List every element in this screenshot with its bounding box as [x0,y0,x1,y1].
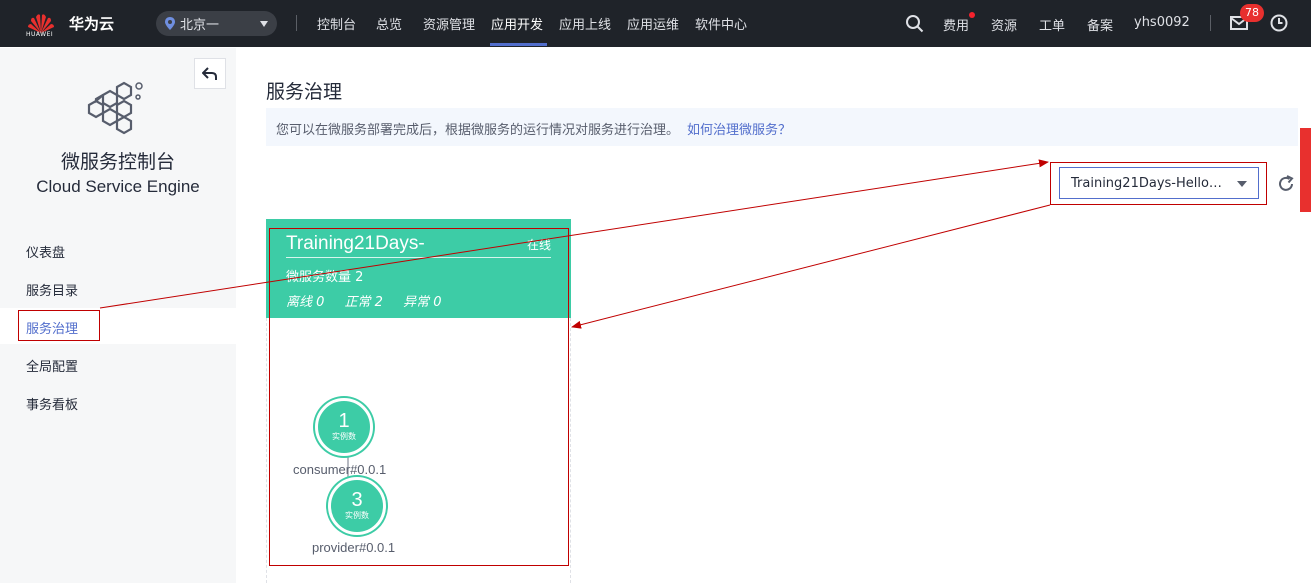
service-count: 微服务数量 2 [286,270,364,285]
application-select[interactable]: Training21Days-Hello… [1059,167,1259,199]
instance-count-label: 实例数 [345,511,369,520]
feedback-tab[interactable] [1300,128,1311,212]
service-node-provider[interactable]: 3 实例数 [328,477,386,535]
divider [286,257,551,258]
nav-app-release[interactable]: 应用上线 [559,14,611,33]
offline-count: 离线 0 [286,295,325,310]
page-title: 服务治理 [266,81,343,103]
console-title-cn: 微服务控制台 [60,151,175,173]
info-text: 您可以在微服务部署完成后，根据微服务的运行情况对服务进行治理。 [276,123,680,138]
sidebar-item-dashboard[interactable]: 仪表盘 [26,242,65,261]
sidebar-item-transaction-board[interactable]: 事务看板 [26,394,78,413]
location-pin-icon [165,17,175,30]
brand-name[interactable]: 华为云 [69,13,114,34]
divider [1210,15,1211,31]
region-label: 北京一 [180,18,220,33]
sidebar-item-service-governance[interactable]: 服务治理 [26,318,78,337]
nav-app-operations[interactable]: 应用运维 [627,14,679,33]
service-node-name: consumer#0.0.1 [293,462,387,477]
service-node-name: provider#0.0.1 [312,540,396,555]
normal-count: 正常 2 [344,295,383,310]
active-nav-indicator [490,43,547,46]
nav-resource-management[interactable]: 资源管理 [423,14,475,33]
application-select-value: Training21Days-Hello… [1071,176,1222,191]
divider [296,15,297,31]
top-navbar: HUAWEI 华为云 北京一 控制台 总览 资源管理 应用开发 应用上线 应用运… [0,0,1311,47]
status-badge: 在线 [526,238,551,252]
nav-app-development[interactable]: 应用开发 [491,14,543,33]
instance-stats: 离线 0 正常 2 异常 0 [286,291,458,310]
nav-overview[interactable]: 总览 [376,14,402,33]
record-link[interactable]: 备案 [1087,15,1113,34]
application-name: Training21Days- [286,233,425,254]
logo-wordmark: HUAWEI [26,31,54,38]
info-banner: 您可以在微服务部署完成后，根据微服务的运行情况对服务进行治理。 如何治理微服务？ [266,108,1298,146]
back-arrow-icon [202,66,217,80]
back-button[interactable] [194,58,226,89]
mail-count-badge: 78 [1240,4,1264,22]
chevron-down-icon [1237,181,1247,187]
fee-link[interactable]: 费用 [943,15,969,34]
notification-dot [969,12,975,18]
abnormal-count: 异常 0 [403,295,442,310]
help-link[interactable]: 如何治理微服务？ [687,123,791,138]
nav-software-center[interactable]: 软件中心 [695,14,747,33]
instance-count: 3 [351,489,363,511]
microservice-hexagon-logo-icon [87,81,143,135]
ticket-link[interactable]: 工单 [1039,15,1065,34]
user-menu[interactable]: yhs0092 [1134,15,1190,30]
region-selector[interactable]: 北京一 [156,11,277,36]
chevron-down-icon [260,21,268,27]
refresh-icon[interactable] [1276,174,1296,194]
clock-icon[interactable] [1270,14,1288,32]
resource-link[interactable]: 资源 [991,15,1017,34]
search-icon[interactable] [905,14,924,33]
service-node-consumer[interactable]: 1 实例数 [315,398,373,456]
sidebar-item-service-catalog[interactable]: 服务目录 [26,280,78,299]
service-card-header[interactable]: Training21Days- 在线 微服务数量 2 离线 0 正常 2 异常 … [266,219,571,318]
console-title-en: Cloud Service Engine [36,177,200,196]
sidebar-item-global-config[interactable]: 全局配置 [26,356,78,375]
nav-console[interactable]: 控制台 [317,14,356,33]
instance-count-label: 实例数 [332,432,356,441]
instance-count: 1 [338,410,350,432]
